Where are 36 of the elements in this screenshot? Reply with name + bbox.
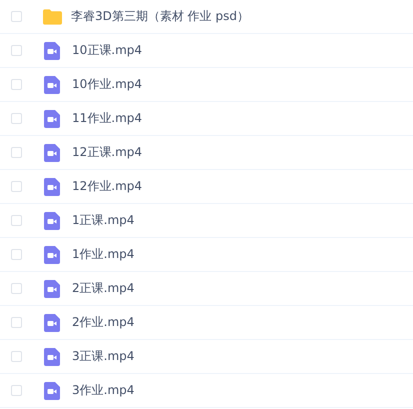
file-name[interactable]: 11作业.mp4 bbox=[72, 110, 142, 127]
checkbox[interactable] bbox=[11, 11, 22, 22]
file-name[interactable]: 3作业.mp4 bbox=[72, 382, 134, 399]
video-file-icon bbox=[44, 178, 60, 196]
video-file-icon bbox=[44, 144, 60, 162]
file-name[interactable]: 2正课.mp4 bbox=[72, 280, 134, 297]
video-file-icon bbox=[44, 212, 60, 230]
file-name[interactable]: 李睿3D第三期（素材 作业 psd） bbox=[71, 8, 249, 25]
file-name[interactable]: 12正课.mp4 bbox=[72, 144, 142, 161]
file-name[interactable]: 2作业.mp4 bbox=[72, 314, 134, 331]
checkbox[interactable] bbox=[11, 283, 22, 294]
file-name[interactable]: 12作业.mp4 bbox=[72, 178, 142, 195]
video-file-icon bbox=[44, 348, 60, 366]
video-file-icon bbox=[44, 314, 60, 332]
video-file-icon bbox=[44, 280, 60, 298]
checkbox[interactable] bbox=[11, 79, 22, 90]
video-file-icon bbox=[44, 110, 60, 128]
checkbox[interactable] bbox=[11, 249, 22, 260]
checkbox[interactable] bbox=[11, 317, 22, 328]
checkbox[interactable] bbox=[11, 45, 22, 56]
checkbox[interactable] bbox=[11, 181, 22, 192]
file-name[interactable]: 1正课.mp4 bbox=[72, 212, 134, 229]
video-file-icon bbox=[44, 382, 60, 400]
folder-icon bbox=[43, 8, 62, 24]
file-name[interactable]: 10作业.mp4 bbox=[72, 76, 142, 93]
video-file-icon bbox=[44, 246, 60, 264]
file-name[interactable]: 1作业.mp4 bbox=[72, 246, 134, 263]
file-name[interactable]: 3正课.mp4 bbox=[72, 348, 134, 365]
video-file-icon bbox=[44, 42, 60, 60]
checkbox[interactable] bbox=[11, 351, 22, 362]
file-name[interactable]: 10正课.mp4 bbox=[72, 42, 142, 59]
checkbox[interactable] bbox=[11, 215, 22, 226]
checkbox[interactable] bbox=[11, 113, 22, 124]
checkbox[interactable] bbox=[11, 385, 22, 396]
checkbox[interactable] bbox=[11, 147, 22, 158]
video-file-icon bbox=[44, 76, 60, 94]
